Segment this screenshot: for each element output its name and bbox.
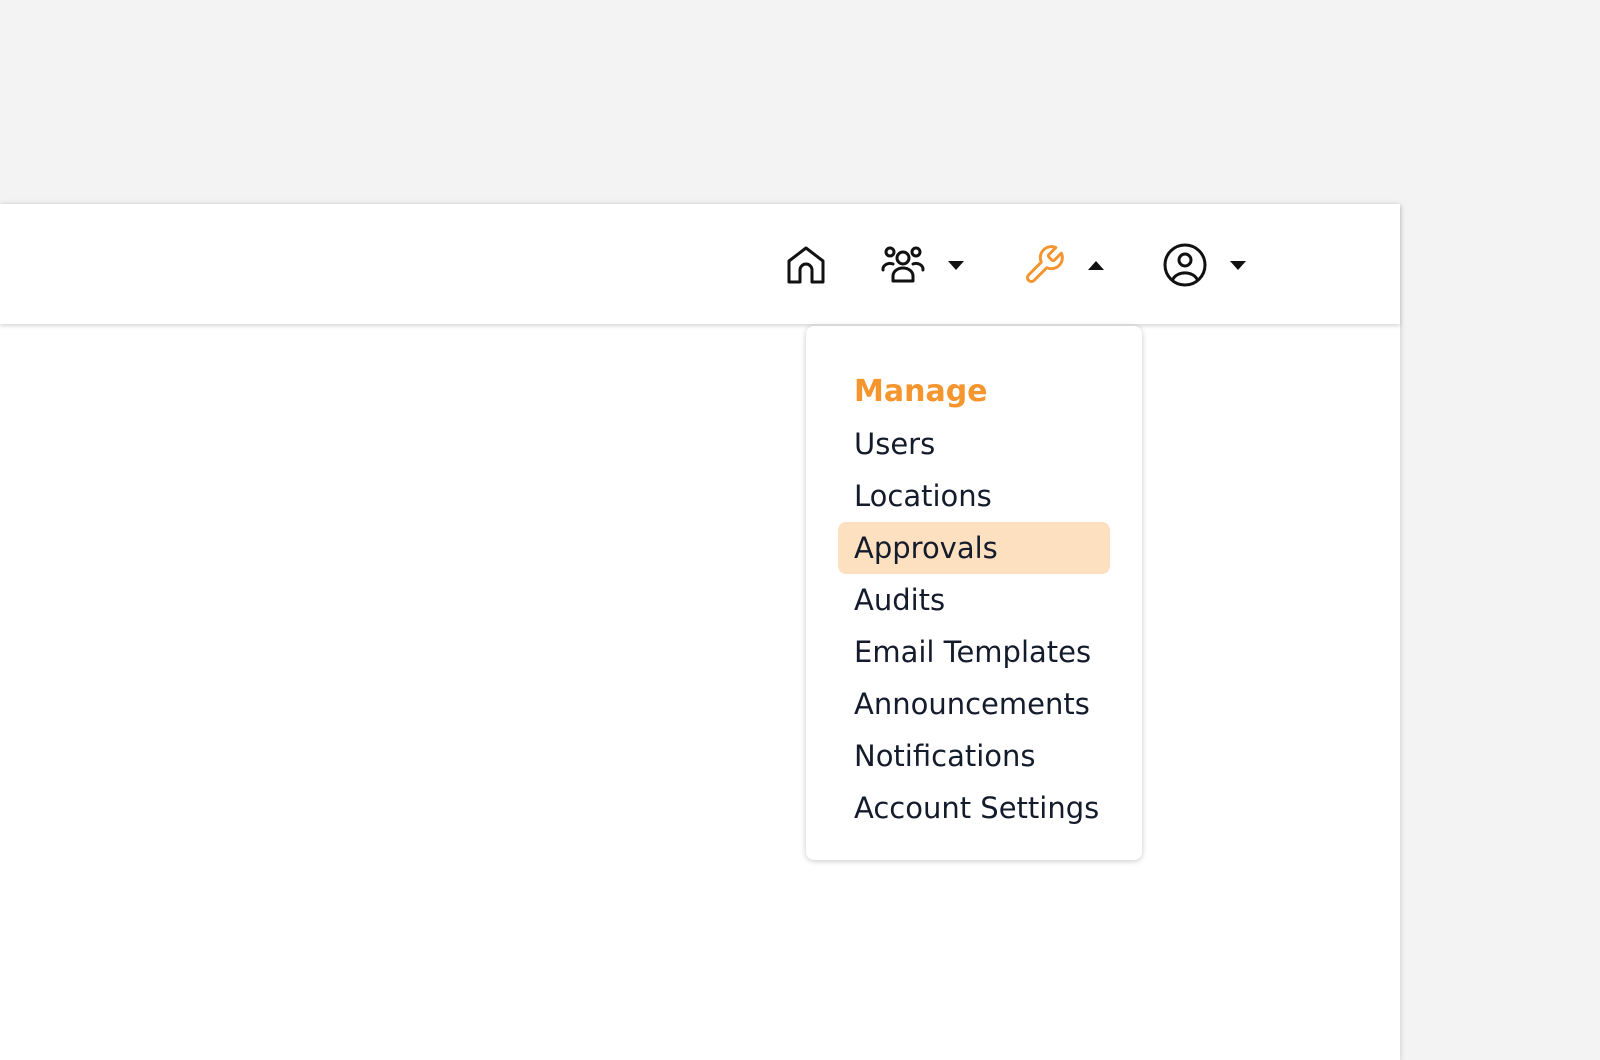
users-group-icon — [880, 242, 926, 288]
account-circle-icon — [1162, 242, 1208, 288]
app-window — [0, 204, 1400, 1060]
nav-account-menu-button[interactable] — [1162, 240, 1246, 290]
manage-dropdown-menu: Manage Users Locations Approvals Audits … — [806, 326, 1142, 860]
chevron-down-icon — [1230, 260, 1246, 270]
menu-item-label: Users — [854, 427, 936, 461]
viewport: Manage Users Locations Approvals Audits … — [0, 0, 1600, 1060]
menu-item-label: Notifications — [854, 739, 1036, 773]
menu-item-announcements[interactable]: Announcements — [838, 678, 1110, 730]
menu-item-label: Locations — [854, 479, 992, 513]
chevron-up-icon — [1088, 260, 1104, 270]
menu-item-email-templates[interactable]: Email Templates — [838, 626, 1110, 678]
nav-manage-menu-button[interactable] — [1022, 240, 1104, 290]
menu-item-locations[interactable]: Locations — [838, 470, 1110, 522]
top-navigation-bar — [0, 204, 1400, 324]
menu-item-label: Account Settings — [854, 791, 1100, 825]
nav-home-button[interactable] — [784, 240, 828, 290]
menu-item-audits[interactable]: Audits — [838, 574, 1110, 626]
home-icon — [784, 243, 828, 287]
nav-users-menu-button[interactable] — [880, 240, 964, 290]
menu-item-approvals[interactable]: Approvals — [838, 522, 1110, 574]
menu-heading: Manage — [854, 374, 988, 409]
menu-item-users[interactable]: Users — [838, 418, 1110, 470]
menu-item-label: Audits — [854, 583, 946, 617]
menu-item-label: Approvals — [854, 531, 998, 565]
menu-item-account-settings[interactable]: Account Settings — [838, 782, 1110, 834]
wrench-icon — [1022, 243, 1066, 287]
chevron-down-icon — [948, 260, 964, 270]
menu-item-label: Announcements — [854, 687, 1090, 721]
menu-item-label: Email Templates — [854, 635, 1092, 669]
menu-item-notifications[interactable]: Notifications — [838, 730, 1110, 782]
